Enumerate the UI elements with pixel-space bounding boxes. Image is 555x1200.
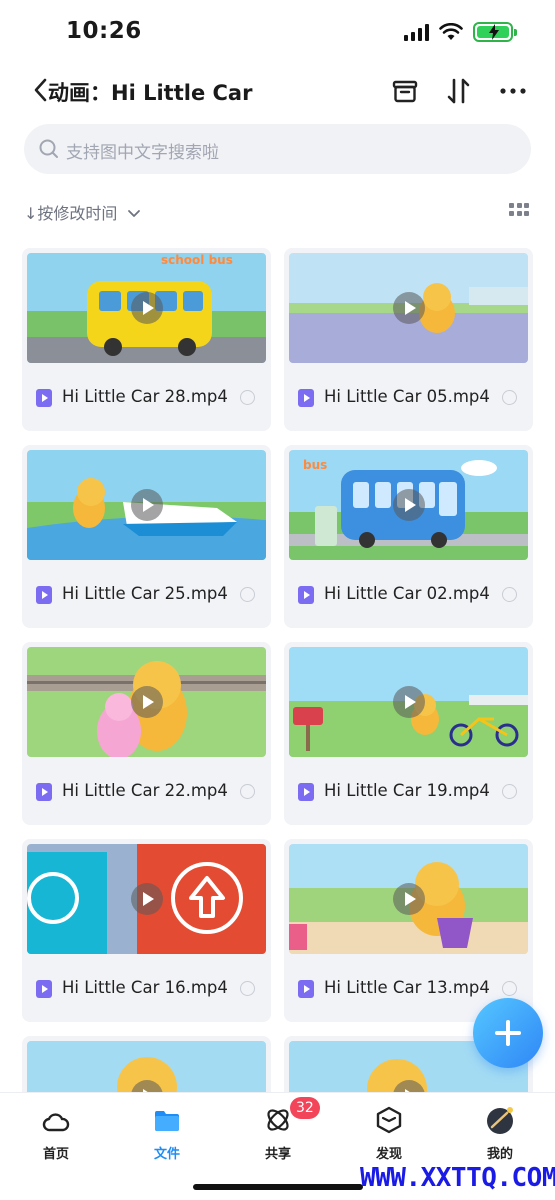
play-icon[interactable] xyxy=(131,686,163,718)
signal-icon xyxy=(404,23,429,41)
play-icon[interactable] xyxy=(131,292,163,324)
status-bar: 10:26 xyxy=(0,0,555,64)
file-name: Hi Little Car 22.mp4 xyxy=(62,781,228,800)
select-checkbox[interactable] xyxy=(502,981,517,996)
file-name: Hi Little Car 05.mp4 xyxy=(324,387,490,406)
add-button[interactable] xyxy=(473,998,543,1068)
play-icon[interactable] xyxy=(131,489,163,521)
more-icon[interactable] xyxy=(498,76,528,106)
video-file-icon xyxy=(298,980,314,998)
page-title: 动画：Hi Little Car xyxy=(48,81,253,105)
video-file-icon xyxy=(36,783,52,801)
play-icon[interactable] xyxy=(393,489,425,521)
folder-icon xyxy=(155,1111,179,1131)
video-file-icon xyxy=(298,586,314,604)
file-card[interactable]: Hi Little Car 13.mp4 xyxy=(284,839,533,1022)
video-thumbnail[interactable] xyxy=(27,450,266,560)
file-grid: school bus Hi Little Car 28.mp4 Hi Littl… xyxy=(22,248,533,1092)
navigation-header: 动画：Hi Little Car xyxy=(0,68,555,112)
file-card[interactable]: Hi Little Car 19.mp4 xyxy=(284,642,533,825)
file-card[interactable]: bus Hi Little Car 02.mp4 xyxy=(284,445,533,628)
video-file-icon xyxy=(36,980,52,998)
status-time: 10:26 xyxy=(66,18,142,44)
tab-profile[interactable]: 我的 xyxy=(460,1101,540,1162)
file-card[interactable] xyxy=(22,1036,271,1092)
notification-badge: 32 xyxy=(290,1097,320,1119)
file-card[interactable]: school bus Hi Little Car 28.mp4 xyxy=(22,248,271,431)
file-name: Hi Little Car 13.mp4 xyxy=(324,978,490,997)
sort-label: ↓按修改时间 xyxy=(24,204,118,223)
file-name: Hi Little Car 19.mp4 xyxy=(324,781,490,800)
video-thumbnail[interactable]: school bus xyxy=(27,253,266,363)
cloud-icon xyxy=(42,1113,70,1132)
video-file-icon xyxy=(298,783,314,801)
file-name: Hi Little Car 02.mp4 xyxy=(324,584,490,603)
search-input[interactable]: 支持图中文字搜索啦 xyxy=(24,124,531,174)
avatar-icon xyxy=(487,1107,513,1134)
play-icon[interactable] xyxy=(393,292,425,324)
video-thumbnail[interactable] xyxy=(289,253,528,363)
tab-discover[interactable]: 发现 xyxy=(349,1101,429,1162)
chevron-left-icon[interactable] xyxy=(32,76,48,104)
sort-icon[interactable] xyxy=(444,76,474,106)
file-name: Hi Little Car 16.mp4 xyxy=(62,978,228,997)
video-thumbnail[interactable] xyxy=(27,647,266,757)
select-checkbox[interactable] xyxy=(502,784,517,799)
tab-label: 共享 xyxy=(264,1147,291,1162)
file-name: Hi Little Car 25.mp4 xyxy=(62,584,228,603)
play-icon[interactable] xyxy=(131,883,163,915)
select-checkbox[interactable] xyxy=(502,390,517,405)
tab-home[interactable]: 首页 xyxy=(16,1101,96,1162)
thumbnail-caption: school bus xyxy=(161,253,233,267)
search-placeholder: 支持图中文字搜索啦 xyxy=(66,143,219,163)
watermark: WWW.XXTTQ.COM xyxy=(360,1163,555,1193)
select-checkbox[interactable] xyxy=(240,981,255,996)
thumbnail-caption: bus xyxy=(303,458,328,472)
tab-label: 发现 xyxy=(375,1147,402,1162)
tab-label: 首页 xyxy=(42,1147,69,1162)
tab-label: 文件 xyxy=(153,1147,180,1162)
video-thumbnail[interactable] xyxy=(289,844,528,954)
wifi-icon xyxy=(439,23,463,40)
select-checkbox[interactable] xyxy=(240,587,255,602)
tab-files[interactable]: 文件 xyxy=(127,1101,207,1162)
file-card[interactable]: Hi Little Car 16.mp4 xyxy=(22,839,271,1022)
file-name: Hi Little Car 28.mp4 xyxy=(62,387,228,406)
video-thumbnail[interactable] xyxy=(289,647,528,757)
video-file-icon xyxy=(298,389,314,407)
home-indicator xyxy=(193,1184,363,1190)
select-checkbox[interactable] xyxy=(502,587,517,602)
archive-icon[interactable] xyxy=(390,76,420,106)
video-thumbnail[interactable] xyxy=(27,1041,266,1092)
select-checkbox[interactable] xyxy=(240,784,255,799)
play-icon[interactable] xyxy=(393,686,425,718)
share-icon xyxy=(267,1109,289,1131)
tab-label: 我的 xyxy=(486,1147,513,1162)
discover-icon xyxy=(376,1106,402,1134)
video-file-icon xyxy=(36,586,52,604)
file-card[interactable]: Hi Little Car 22.mp4 xyxy=(22,642,271,825)
search-icon xyxy=(39,139,58,158)
file-card[interactable]: Hi Little Car 25.mp4 xyxy=(22,445,271,628)
video-thumbnail[interactable]: bus xyxy=(289,450,528,560)
select-checkbox[interactable] xyxy=(240,390,255,405)
sort-row: ↓按修改时间 xyxy=(24,198,531,224)
chevron-down-icon xyxy=(127,210,140,217)
video-thumbnail[interactable] xyxy=(27,844,266,954)
grid-view-icon[interactable] xyxy=(509,203,529,217)
file-card[interactable]: Hi Little Car 05.mp4 xyxy=(284,248,533,431)
sort-dropdown[interactable]: ↓按修改时间 xyxy=(24,200,141,224)
status-icons xyxy=(404,22,517,42)
play-icon[interactable] xyxy=(393,883,425,915)
video-file-icon xyxy=(36,389,52,407)
battery-icon xyxy=(473,22,517,42)
